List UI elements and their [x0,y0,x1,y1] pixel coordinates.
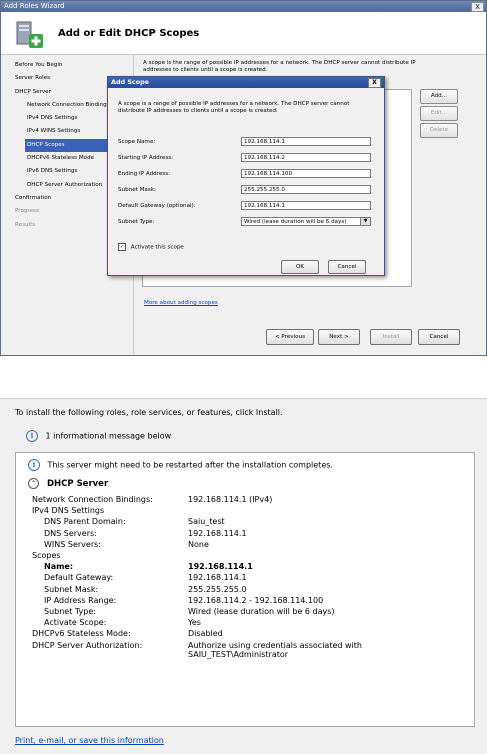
activate-scope-checkbox[interactable]: ✓ [118,243,126,251]
subnet-type-select[interactable]: Wired (lease duration will be 6 days) ▼ [241,217,371,226]
edit-scope-button[interactable]: Edit... [420,106,458,121]
info-icon: i [28,459,40,471]
restart-message: This server might need to be restarted a… [47,460,333,470]
wizard-close-button[interactable]: X [471,2,484,12]
starting-ip-input[interactable]: 192.168.114.2 [241,153,371,162]
info-icon: i [26,430,38,442]
next-button[interactable]: Next > [318,329,360,345]
scope-description: A scope is the range of possible IP addr… [143,60,416,73]
detail-value: None [188,539,209,549]
wizard-title: Add Roles Wizard [4,2,65,10]
activate-scope-row[interactable]: ✓ Activate this scope [118,243,184,251]
detail-label: Subnet Mask: [44,584,99,594]
detail-value: SAIU_TEST\Administrator [188,649,289,659]
ok-button[interactable]: OK [281,260,319,274]
add-scope-dialog: Add Scope X A scope is a range of possib… [107,76,385,276]
detail-value: 192.168.114.1 (IPv4) [188,495,273,504]
detail-label: Activate Scope: [44,618,107,628]
install-button[interactable]: Install [370,329,412,345]
scope-name-input[interactable]: 192.168.114.1 [241,137,371,146]
detail-value: Authorize using credentials associated w… [188,640,362,650]
wizard-page-title: Add or Edit DHCP Scopes [58,28,200,39]
detail-value: 192.168.114.2 - 192.168.114.100 [188,595,324,605]
confirmation-heading: To install the following roles, role ser… [15,408,283,417]
default-gateway-label: Default Gateway (optional): [118,203,196,209]
add-scope-close-button[interactable]: X [368,78,381,88]
ending-ip-input[interactable]: 192.168.114.100 [241,169,371,178]
add-scope-description: A scope is a range of possible IP addres… [118,101,350,114]
delete-scope-button[interactable]: Delete [420,123,458,138]
info-message-row: i 1 informational message below [26,430,171,442]
detail-label: DNS Parent Domain: [44,517,126,527]
detail-label: DNS Servers: [44,528,97,538]
detail-value: Yes [188,618,201,628]
starting-ip-label: Starting IP Address: [118,155,174,161]
add-roles-wizard-window: Add Roles Wizard X Add or Edit DHCP Scop… [0,0,487,356]
subnet-mask-label: Subnet Mask: [118,187,156,193]
detail-label: Name: [44,562,74,572]
cancel-button[interactable]: Cancel [418,329,460,345]
confirmation-details-panel: i This server might need to be restarted… [15,452,475,727]
print-email-save-link[interactable]: Print, e-mail, or save this information [15,736,164,745]
dhcp-server-section-header[interactable]: ⌃ DHCP Server [28,478,108,489]
nav-item[interactable]: Before You Begin [15,59,135,72]
subnet-mask-input[interactable]: 255.255.255.0 [241,185,371,194]
detail-value: Disabled [188,629,223,639]
detail-label: WINS Servers: [44,539,101,549]
detail-label: Scopes [32,551,61,560]
detail-label: Subnet Type: [44,607,96,616]
detail-label: Network Connection Bindings: [32,495,153,504]
dialog-cancel-button[interactable]: Cancel [328,260,366,274]
wizard-banner: Add or Edit DHCP Scopes [1,12,486,55]
detail-value: 192.168.114.1 [188,528,247,538]
section-title: DHCP Server [46,479,109,489]
detail-value: 192.168.114.1 [188,573,247,583]
detail-label: Default Gateway: [44,573,114,583]
add-scope-dialog-title: Add Scope [111,78,150,86]
chevron-down-icon[interactable]: ▼ [360,218,370,225]
info-message: 1 informational message below [45,431,172,441]
add-scope-dialog-titlebar: Add Scope X [108,77,384,88]
detail-label: IPv4 DNS Settings [32,506,105,516]
restart-message-row: i This server might need to be restarted… [28,459,333,471]
collapse-icon[interactable]: ⌃ [28,478,39,489]
confirmation-page: To install the following roles, role ser… [0,398,487,754]
detail-value: Wired (lease duration will be 6 days) [188,607,335,616]
default-gateway-input[interactable]: 192.168.114.1 [241,201,371,210]
activate-scope-label: Activate this scope [130,244,184,251]
previous-button[interactable]: < Previous [266,329,314,345]
subnet-type-value: Wired (lease duration will be 6 days) [244,219,347,225]
detail-label: IP Address Range: [44,595,117,605]
wizard-titlebar: Add Roles Wizard X [1,1,486,12]
more-about-scopes-link[interactable]: More about adding scopes [144,300,218,306]
detail-value: 192.168.114.1 [188,562,253,572]
detail-label: DHCP Server Authorization: [32,640,143,650]
subnet-type-label: Subnet Type: [118,219,155,225]
add-scope-button[interactable]: Add... [420,89,458,104]
server-add-icon [16,21,43,48]
detail-label: DHCPv6 Stateless Mode: [32,629,131,639]
detail-value: 255.255.255.0 [188,584,247,594]
detail-value: Saiu_test [188,517,225,527]
scope-name-label: Scope Name: [118,139,156,145]
ending-ip-label: Ending IP Address: [118,171,171,177]
